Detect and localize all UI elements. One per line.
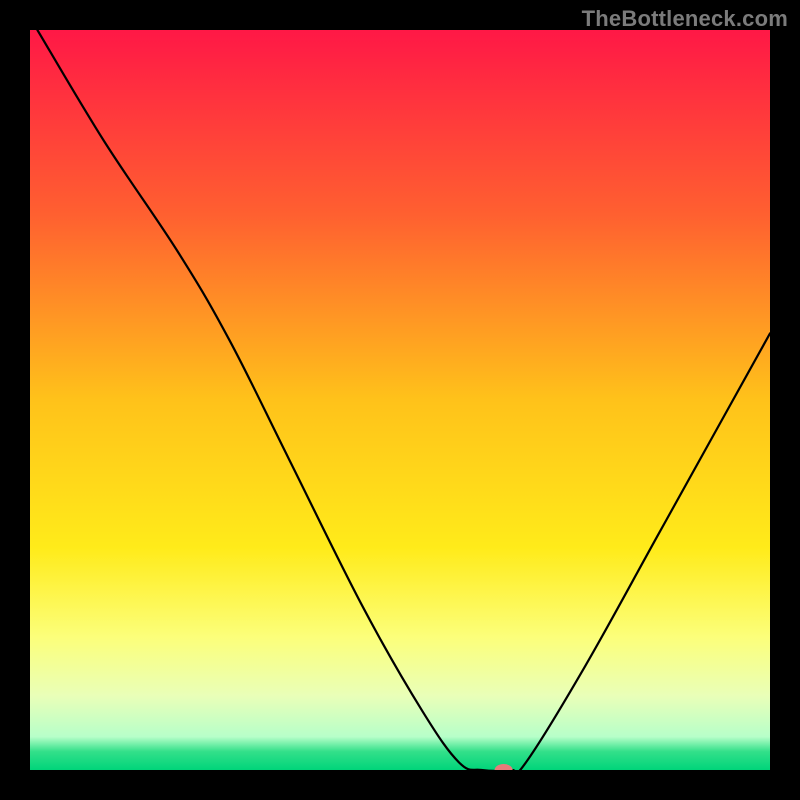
watermark-text: TheBottleneck.com — [582, 6, 788, 32]
chart-svg — [30, 30, 770, 770]
plot-area — [30, 30, 770, 770]
gradient-background — [30, 30, 770, 770]
chart-frame: TheBottleneck.com — [0, 0, 800, 800]
